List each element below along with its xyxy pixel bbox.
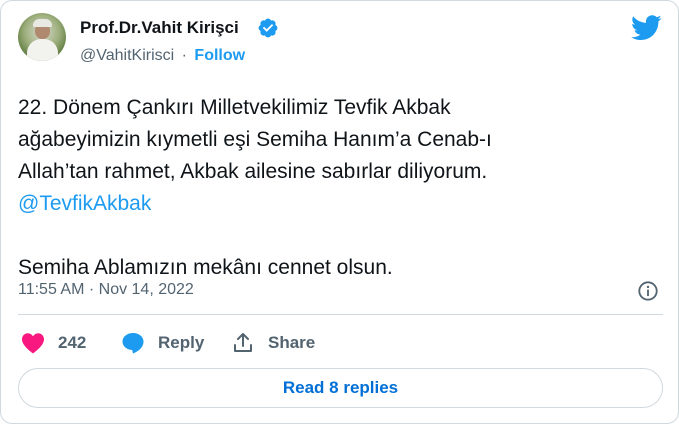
avatar-figure-body — [27, 39, 58, 61]
share-upload-icon — [234, 333, 252, 352]
author-name[interactable]: Prof.Dr.Vahit Kirişci — [80, 18, 239, 38]
separator-dot: · — [181, 47, 187, 64]
like-count: 242 — [58, 333, 87, 352]
avatar-figure-cap — [33, 19, 52, 27]
author-handle[interactable]: @VahitKirisci — [80, 47, 174, 64]
tweet-line: Allah’tan rahmet, Akbak ailesine sabırla… — [18, 160, 488, 183]
tweet-line: ağabeyimizin kıymetli eşi Semiha Hanım’a… — [18, 128, 492, 151]
read-replies-button[interactable]: Read 8 replies — [18, 368, 663, 408]
info-icon[interactable] — [637, 280, 659, 302]
follow-button[interactable]: Follow — [194, 47, 245, 64]
like-button[interactable]: 242 — [21, 328, 86, 358]
share-label: Share — [268, 333, 316, 352]
twitter-bird-icon[interactable] — [631, 15, 662, 41]
verified-badge-icon — [258, 18, 278, 38]
tweet-text: 22. Dönem Çankırı Milletvekilimiz Tevfik… — [18, 92, 663, 284]
reply-button[interactable]: Reply — [121, 328, 204, 358]
speech-bubble-icon — [122, 333, 144, 354]
mention-link[interactable]: @TevfikAkbak — [18, 188, 663, 220]
tweet-line: Semiha Ablamızın mekânı cennet olsun. — [18, 256, 393, 279]
divider — [18, 314, 663, 315]
heart-icon — [22, 333, 44, 354]
share-button[interactable]: Share — [231, 328, 315, 358]
reply-label: Reply — [158, 333, 205, 352]
tweet-line: 22. Dönem Çankırı Milletvekilimiz Tevfik… — [18, 96, 451, 119]
avatar[interactable] — [18, 13, 66, 61]
tweet-timestamp[interactable]: 11:55 AM · Nov 14, 2022 — [18, 281, 194, 299]
tweet-card: Prof.Dr.Vahit Kirişci @VahitKirisci · Fo… — [0, 0, 679, 424]
author-handle-row: @VahitKirisci · Follow — [80, 47, 245, 65]
